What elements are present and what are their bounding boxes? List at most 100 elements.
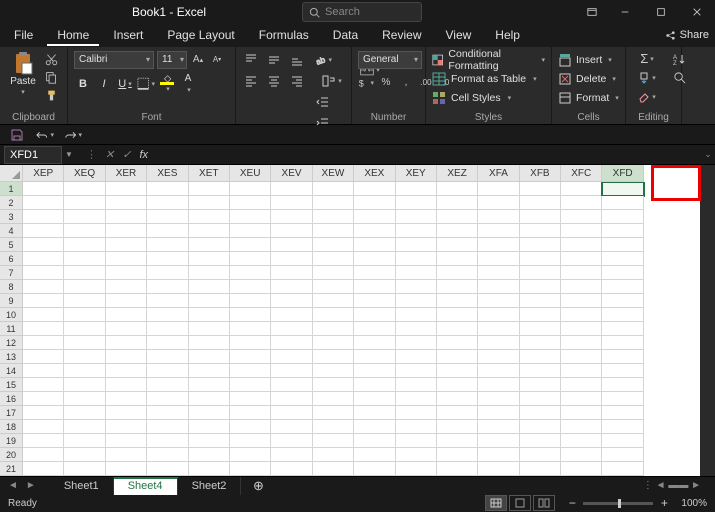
cell[interactable] (23, 364, 64, 378)
column-header[interactable]: XFB (520, 165, 561, 182)
cell[interactable] (478, 350, 519, 364)
cell[interactable] (354, 182, 395, 196)
cell[interactable] (64, 420, 105, 434)
cell[interactable] (313, 196, 354, 210)
cell[interactable] (147, 392, 188, 406)
fill-button[interactable] (632, 70, 662, 86)
cell[interactable] (23, 392, 64, 406)
cell[interactable] (147, 196, 188, 210)
name-box[interactable]: XFD1▼ (4, 146, 62, 164)
cell[interactable] (561, 294, 602, 308)
cell[interactable] (602, 406, 643, 420)
cell[interactable] (396, 350, 437, 364)
cell[interactable] (106, 280, 147, 294)
clear-button[interactable] (632, 89, 662, 105)
cell[interactable] (64, 364, 105, 378)
cell[interactable] (230, 336, 271, 350)
cell[interactable] (23, 266, 64, 280)
cell[interactable] (147, 280, 188, 294)
normal-view-button[interactable] (485, 495, 507, 511)
align-middle-button[interactable] (265, 51, 283, 69)
cell[interactable] (23, 210, 64, 224)
cell[interactable] (313, 280, 354, 294)
cell[interactable] (271, 252, 312, 266)
cell[interactable] (189, 266, 230, 280)
shrink-font-button[interactable]: A▾ (209, 51, 225, 69)
minimize-button[interactable] (607, 0, 643, 26)
cell[interactable] (230, 420, 271, 434)
cell[interactable] (147, 252, 188, 266)
column-header[interactable]: XER (106, 165, 147, 182)
row-header[interactable]: 21 (0, 462, 23, 476)
tab-view[interactable]: View (436, 24, 482, 46)
cell[interactable] (271, 350, 312, 364)
cell[interactable] (147, 462, 188, 476)
cell[interactable] (106, 210, 147, 224)
cell[interactable] (602, 182, 643, 196)
cell[interactable] (313, 350, 354, 364)
cell[interactable] (313, 266, 354, 280)
cell[interactable] (271, 392, 312, 406)
cell[interactable] (437, 308, 478, 322)
cell[interactable] (396, 336, 437, 350)
font-size-select[interactable]: 11 (157, 51, 187, 69)
zoom-out-button[interactable]: − (567, 496, 577, 510)
cell[interactable] (602, 350, 643, 364)
cell[interactable] (561, 364, 602, 378)
cell[interactable] (396, 462, 437, 476)
cell[interactable] (313, 392, 354, 406)
cell[interactable] (520, 252, 561, 266)
new-sheet-button[interactable]: ⊕ (247, 478, 269, 494)
cell[interactable] (23, 196, 64, 210)
sheet-nav-next[interactable]: ► (26, 480, 36, 491)
cell[interactable] (396, 434, 437, 448)
cell[interactable] (271, 196, 312, 210)
cell[interactable] (602, 266, 643, 280)
cell[interactable] (189, 182, 230, 196)
cell[interactable] (354, 350, 395, 364)
cell[interactable] (230, 392, 271, 406)
cell[interactable] (396, 392, 437, 406)
cell[interactable] (396, 252, 437, 266)
cell[interactable] (561, 462, 602, 476)
cell[interactable] (520, 336, 561, 350)
cell[interactable] (106, 350, 147, 364)
cell[interactable] (64, 392, 105, 406)
cell[interactable] (520, 406, 561, 420)
cell[interactable] (313, 252, 354, 266)
undo-button[interactable] (36, 126, 54, 144)
underline-button[interactable]: U (116, 75, 134, 93)
cell[interactable] (313, 462, 354, 476)
cell[interactable] (64, 462, 105, 476)
tab-file[interactable]: File (4, 24, 43, 46)
cell[interactable] (230, 406, 271, 420)
cell[interactable] (147, 294, 188, 308)
cell[interactable] (64, 196, 105, 210)
cell[interactable] (230, 182, 271, 196)
cell[interactable] (230, 350, 271, 364)
cell[interactable] (313, 210, 354, 224)
copy-button[interactable] (43, 71, 59, 85)
cell[interactable] (437, 210, 478, 224)
comma-button[interactable]: , (398, 75, 414, 91)
cell[interactable] (147, 210, 188, 224)
cell[interactable] (478, 308, 519, 322)
cell[interactable] (313, 364, 354, 378)
sheet-tab-sheet1[interactable]: Sheet1 (50, 477, 114, 495)
row-header[interactable]: 4 (0, 224, 23, 238)
cell[interactable] (561, 420, 602, 434)
cell[interactable] (271, 322, 312, 336)
cell[interactable] (189, 350, 230, 364)
cell[interactable] (396, 448, 437, 462)
cell[interactable] (602, 294, 643, 308)
redo-button[interactable] (64, 126, 82, 144)
tab-help[interactable]: Help (485, 24, 530, 46)
column-header[interactable]: XEW (313, 165, 354, 182)
row-header[interactable]: 3 (0, 210, 23, 224)
cell[interactable] (437, 294, 478, 308)
cell[interactable] (313, 448, 354, 462)
cell[interactable] (602, 238, 643, 252)
cell[interactable] (478, 182, 519, 196)
cell[interactable] (23, 434, 64, 448)
cell[interactable] (520, 350, 561, 364)
